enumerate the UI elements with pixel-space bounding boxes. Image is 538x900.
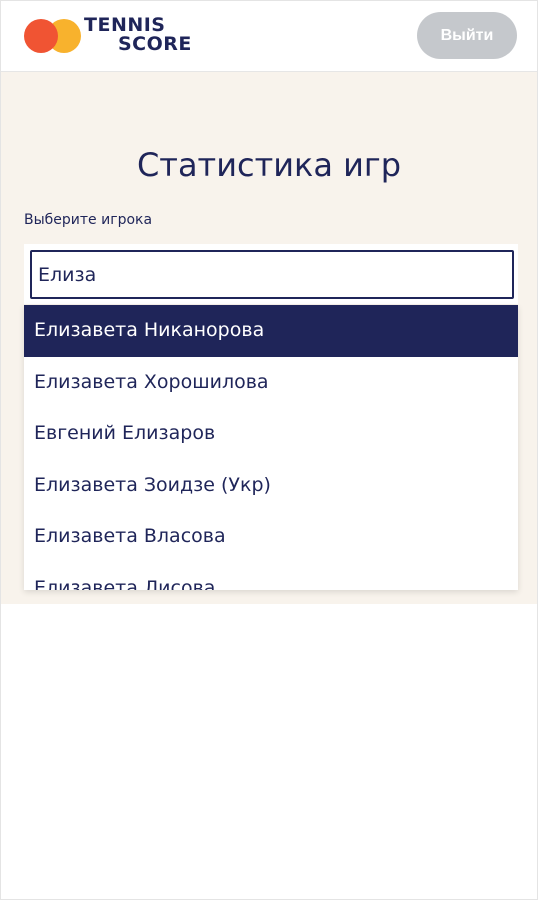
tennis-score-logo[interactable]: TENNIS SCORE (24, 16, 224, 56)
logout-button[interactable]: Выйти (417, 12, 517, 59)
suggestion-item[interactable]: Елизавета Власова (24, 511, 518, 563)
page-title: Статистика игр (136, 146, 402, 184)
app-header: TENNIS SCORE Выйти (0, 0, 538, 72)
logo-line-2: SCORE (118, 33, 192, 55)
logo-wordmark: TENNIS SCORE (84, 16, 192, 54)
logo-balls-icon (24, 16, 81, 56)
suggestion-item[interactable]: Елизавета Никанорова (24, 305, 518, 357)
suggestion-item[interactable]: Елизавета Зоидзе (Укр) (24, 460, 518, 512)
player-search-input[interactable] (30, 250, 514, 299)
player-field-label: Выберите игрока (24, 212, 153, 228)
player-suggestions-dropdown: Елизавета Никанорова Елизавета Хорошилов… (24, 305, 518, 590)
suggestion-item[interactable]: Евгений Елизаров (24, 408, 518, 460)
suggestion-item[interactable]: Елизавета Лисова (24, 563, 518, 591)
suggestion-item[interactable]: Елизавета Хорошилова (24, 357, 518, 409)
